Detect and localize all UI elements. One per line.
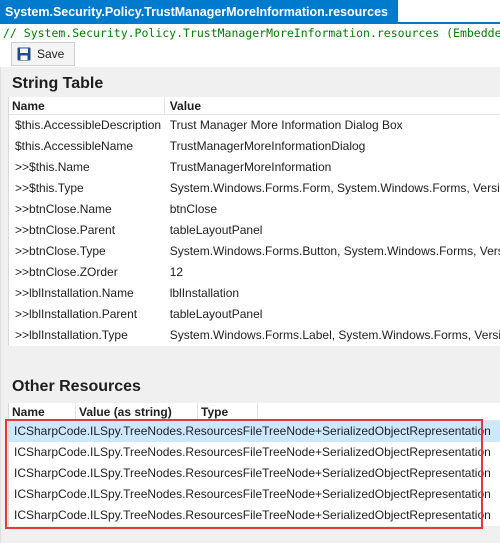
column-header-value-as-string[interactable]: Value (as string)	[76, 403, 198, 420]
table-row[interactable]: >>lblInstallation.Type System.Windows.For…	[9, 325, 500, 346]
resources-panel: String Table Name Value $this.Accessible…	[0, 67, 500, 543]
other-resources-header: Name Value (as string) Type	[9, 403, 500, 421]
row-name-cell: >>btnClose.Type	[15, 244, 106, 258]
string-table-body: $this.AccessibleDescription Trust Manager…	[9, 115, 500, 346]
column-header-filler	[258, 403, 500, 420]
table-row[interactable]: $this.AccessibleName TrustManagerMoreInfo…	[9, 136, 500, 157]
string-table-header: Name Value	[9, 97, 500, 115]
table-row[interactable]: >>btnClose.Name btnClose	[9, 199, 500, 220]
row-value-cell: Trust Manager More Information Dialog Bo…	[169, 118, 403, 132]
table-row[interactable]: $this.AccessibleDescription Trust Manager…	[9, 115, 500, 136]
save-button-label: Save	[37, 47, 65, 61]
row-name-cell: >>btnClose.Parent	[15, 223, 116, 237]
row-value-cell: TrustManagerMoreInformationDialog	[169, 139, 366, 153]
document-tab-strip: System.Security.Policy.TrustManagerMoreI…	[0, 0, 500, 24]
row-name-cell: >>lblInstallation.Parent	[15, 307, 138, 321]
row-value-cell: tableLayoutPanel	[169, 307, 263, 321]
table-row[interactable]: >>$this.Name TrustManagerMoreInformation	[9, 157, 500, 178]
row-value-cell: System.Windows.Forms.Button, System.Wind…	[169, 244, 500, 258]
row-name-cell: >>btnClose.Name	[15, 202, 112, 216]
table-row[interactable]: >>lblInstallation.Parent tableLayoutPanel	[9, 304, 500, 325]
column-header-name[interactable]: Name	[9, 97, 165, 114]
document-tab[interactable]: System.Security.Policy.TrustManagerMoreI…	[0, 0, 398, 24]
row-name-cell: $this.AccessibleDescription	[15, 118, 162, 132]
save-button[interactable]: Save	[11, 42, 75, 66]
other-resources-body: ICSharpCode.ILSpy.TreeNodes.ResourcesFil…	[9, 421, 500, 526]
row-value-cell: tableLayoutPanel	[169, 223, 263, 237]
row-value-cell: lblInstallation	[169, 286, 240, 300]
string-table-title: String Table	[12, 75, 104, 92]
row-name-cell: >>lblInstallation.Name	[15, 286, 134, 300]
row-value-cell: System.Windows.Forms.Form, System.Window…	[169, 181, 500, 195]
table-row[interactable]: >>btnClose.Type System.Windows.Forms.Butt…	[9, 241, 500, 262]
other-resources-table: Name Value (as string) Type ICSharpCode.…	[8, 403, 500, 526]
row-name-cell: $this.AccessibleName	[15, 139, 134, 153]
row-value-cell: btnClose	[169, 202, 218, 216]
table-row[interactable]: >>lblInstallation.Name lblInstallation	[9, 283, 500, 304]
code-comment-line: // System.Security.Policy.TrustManagerMo…	[0, 25, 500, 42]
row-value-cell: 12	[169, 265, 184, 279]
string-table: Name Value $this.AccessibleDescription Tr…	[8, 97, 500, 346]
row-name-cell: >>$this.Type	[15, 181, 84, 195]
list-item[interactable]: ICSharpCode.ILSpy.TreeNodes.ResourcesFil…	[9, 484, 500, 505]
column-header-type[interactable]: Type	[198, 403, 258, 420]
row-name-cell: >>$this.Name	[15, 160, 90, 174]
list-item[interactable]: ICSharpCode.ILSpy.TreeNodes.ResourcesFil…	[9, 505, 500, 526]
table-row[interactable]: >>btnClose.Parent tableLayoutPanel	[9, 220, 500, 241]
other-resources-title: Other Resources	[12, 378, 141, 395]
row-value-cell: System.Windows.Forms.Label, System.Windo…	[169, 328, 500, 342]
column-header-name[interactable]: Name	[9, 403, 76, 420]
row-name-cell: >>lblInstallation.Type	[15, 328, 128, 342]
table-row[interactable]: >>$this.Type System.Windows.Forms.Form, S…	[9, 178, 500, 199]
list-item[interactable]: ICSharpCode.ILSpy.TreeNodes.ResourcesFil…	[9, 463, 500, 484]
row-name-cell: >>btnClose.ZOrder	[15, 265, 118, 279]
list-item[interactable]: ICSharpCode.ILSpy.TreeNodes.ResourcesFil…	[9, 421, 500, 442]
column-header-value[interactable]: Value	[165, 97, 500, 114]
list-item[interactable]: ICSharpCode.ILSpy.TreeNodes.ResourcesFil…	[9, 442, 500, 463]
row-value-cell: TrustManagerMoreInformation	[169, 160, 332, 174]
table-row[interactable]: >>btnClose.ZOrder 12	[9, 262, 500, 283]
save-icon	[17, 47, 31, 61]
